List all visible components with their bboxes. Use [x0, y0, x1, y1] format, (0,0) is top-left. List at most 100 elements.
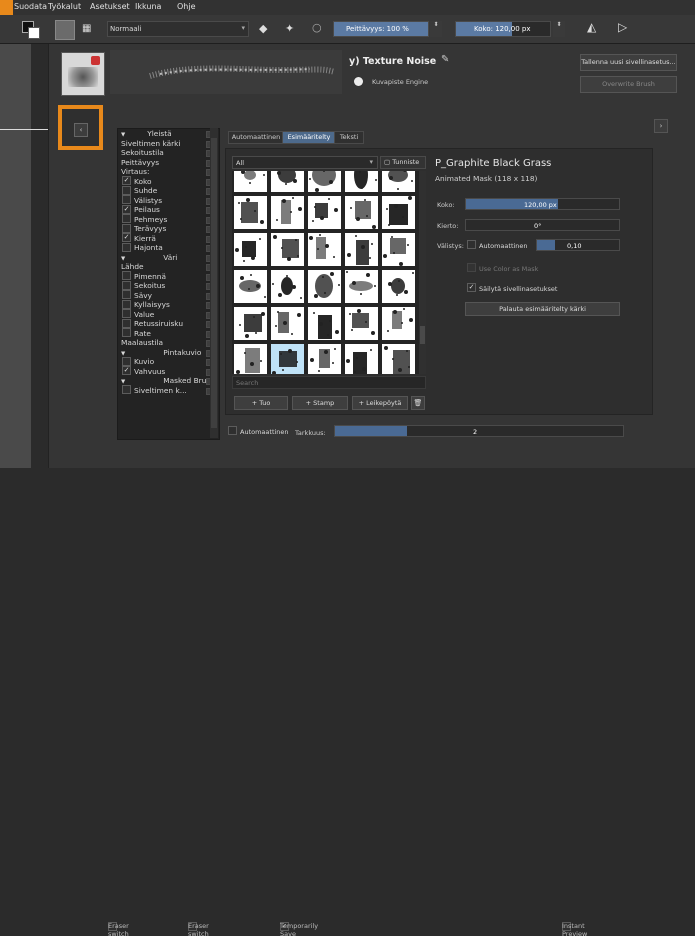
- brush-tip-thumbnail[interactable]: [271, 233, 304, 266]
- brush-tip-thumbnail[interactable]: [345, 307, 378, 340]
- sidebar-item[interactable]: ▼ Yleistä: [118, 129, 219, 139]
- sidebar-item[interactable]: Maalaustila: [118, 338, 219, 348]
- canvas-area[interactable]: [0, 44, 31, 468]
- brush-tip-thumbnail[interactable]: [271, 307, 304, 340]
- import-button[interactable]: + Tuo: [234, 396, 288, 410]
- brush-preset-icon[interactable]: [55, 20, 75, 40]
- tab-predefined[interactable]: Esimääritelty: [282, 131, 336, 144]
- brush-tip-thumbnail[interactable]: [234, 233, 267, 266]
- sidebar-item[interactable]: Peittävyys: [118, 158, 219, 168]
- brush-tip-thumbnail[interactable]: [345, 171, 378, 192]
- brush-tip-thumbnail[interactable]: [308, 233, 341, 266]
- sidebar-item[interactable]: Sävy: [118, 290, 219, 301]
- brush-tip-thumbnail[interactable]: [382, 270, 415, 303]
- checkbox-box[interactable]: [122, 242, 131, 252]
- spacing-auto-checkbox[interactable]: Automaattinen: [467, 240, 528, 250]
- sidebar-item[interactable]: Lähde: [118, 262, 219, 272]
- menu-item-tools[interactable]: Työkalut: [48, 2, 81, 11]
- precision-slider[interactable]: 2: [334, 425, 624, 437]
- sidebar-item[interactable]: ✓ Peilaus: [118, 204, 219, 215]
- checkbox-box[interactable]: [122, 271, 131, 280]
- stamp-button[interactable]: + Stamp: [292, 396, 348, 410]
- sidebar-item[interactable]: Terävyys: [118, 223, 219, 234]
- tip-size-slider[interactable]: 120,00 px: [465, 198, 620, 210]
- brush-tip-thumbnail[interactable]: [308, 307, 341, 340]
- expand-arrow-icon[interactable]: ▼: [121, 132, 125, 138]
- sidebar-item[interactable]: Siveltimen k...: [118, 385, 219, 396]
- checkbox-box[interactable]: [122, 328, 131, 337]
- overwrite-brush-button[interactable]: Overwrite Brush: [580, 76, 677, 93]
- brush-tip-thumbnail[interactable]: [308, 270, 341, 303]
- sidebar-item[interactable]: ✓ Vahvuus: [118, 366, 219, 377]
- checkbox-box[interactable]: [122, 185, 131, 195]
- sidebar-item[interactable]: Siveltimen kärki: [118, 139, 219, 149]
- precision-auto-checkbox[interactable]: Automaattinen: [228, 426, 289, 436]
- checkbox-box[interactable]: [122, 280, 131, 290]
- brush-tip-thumbnail[interactable]: [234, 171, 267, 192]
- menu-item-help[interactable]: Ohje: [177, 2, 196, 11]
- eraser-icon[interactable]: ◆: [259, 22, 267, 35]
- sidebar-item[interactable]: ✓ Kierrä: [118, 233, 219, 244]
- check-icon[interactable]: ✓: [122, 204, 131, 214]
- sidebar-scrollbar[interactable]: [210, 128, 218, 438]
- checkbox-box[interactable]: [122, 214, 131, 223]
- menu-item-window[interactable]: Ikkuna: [135, 2, 161, 11]
- opacity-spin[interactable]: ⬍: [430, 21, 442, 37]
- brush-tip-thumbnail[interactable]: [308, 196, 341, 229]
- brush-tip-thumbnail[interactable]: [271, 196, 304, 229]
- clipboard-button[interactable]: + Leikepöytä: [352, 396, 408, 410]
- sidebar-item[interactable]: Sekoitus: [118, 280, 219, 291]
- brush-tip-thumbnail[interactable]: [308, 171, 341, 192]
- alpha-lock-icon[interactable]: ✦: [285, 22, 294, 35]
- sidebar-item[interactable]: Rate: [118, 328, 219, 339]
- expand-arrow-icon[interactable]: ▼: [121, 256, 125, 262]
- keep-brush-checkbox[interactable]: ✓ Säilytä sivellinasetukset: [467, 283, 557, 293]
- sidebar-item[interactable]: Pehmeys: [118, 214, 219, 225]
- size-spin[interactable]: ⬍: [553, 21, 565, 37]
- chevron-left-icon[interactable]: ‹: [74, 123, 88, 137]
- mirror-vertical-icon[interactable]: ▷: [618, 20, 627, 34]
- reload-icon[interactable]: ○: [312, 21, 322, 34]
- brush-tip-thumbnail[interactable]: [234, 307, 267, 340]
- brush-tip-thumbnail[interactable]: [234, 196, 267, 229]
- tag-filter-select[interactable]: All ▾: [232, 156, 378, 169]
- sidebar-item[interactable]: Kuvio: [118, 356, 219, 367]
- brush-tip-thumbnail[interactable]: [345, 196, 378, 229]
- checkbox-box[interactable]: [122, 309, 131, 318]
- trash-icon[interactable]: 🗑: [411, 396, 425, 410]
- spacing-slider[interactable]: 0,10: [536, 239, 620, 251]
- check-icon[interactable]: ✓: [122, 233, 131, 242]
- check-icon[interactable]: ✓: [122, 366, 131, 375]
- checkbox-box[interactable]: [122, 385, 131, 394]
- sidebar-item[interactable]: Hajonta: [118, 242, 219, 253]
- checkbox-box[interactable]: [122, 223, 131, 233]
- brush-tip-thumbnail[interactable]: [345, 233, 378, 266]
- sidebar-item[interactable]: Pimennä: [118, 271, 219, 282]
- brush-tip-thumbnail[interactable]: [271, 270, 304, 303]
- tab-automatic[interactable]: Automaattinen: [228, 131, 284, 144]
- sidebar-item[interactable]: ▼ Pintakuvio: [118, 348, 219, 358]
- menu-item-settings[interactable]: Asetukset: [90, 2, 130, 11]
- menu-item-filter[interactable]: Suodata: [14, 2, 47, 11]
- opacity-slider[interactable]: Peittävyys: 100 %: [333, 21, 429, 37]
- sidebar-item[interactable]: Virtaus:: [118, 167, 219, 177]
- sidebar-item[interactable]: ✓ Koko: [118, 176, 219, 187]
- sidebar-item[interactable]: Sekoitustila: [118, 148, 219, 158]
- checkbox-box[interactable]: [122, 290, 131, 299]
- sidebar-item[interactable]: Suhde: [118, 185, 219, 196]
- brush-tip-thumbnail[interactable]: [345, 344, 378, 374]
- sidebar-item[interactable]: Kyllaisyys: [118, 299, 219, 310]
- sidebar-item[interactable]: ▼ Väri: [118, 253, 219, 263]
- brush-stroke-preview[interactable]: [110, 50, 342, 94]
- brush-tip-thumbnail[interactable]: [308, 344, 341, 374]
- save-new-preset-button[interactable]: Tallenna uusi sivellinasetus...: [580, 54, 677, 71]
- brush-tip-thumbnail[interactable]: [382, 171, 415, 192]
- grid-scrollbar[interactable]: [419, 171, 426, 374]
- sidebar-item[interactable]: Välistys: [118, 195, 219, 206]
- use-color-mask-checkbox[interactable]: Use Color as Mask: [467, 263, 538, 273]
- checkbox-box[interactable]: [122, 195, 131, 204]
- checkbox-box[interactable]: [122, 299, 131, 309]
- size-slider[interactable]: Koko: 120,00 px: [455, 21, 551, 37]
- sidebar-item[interactable]: ▼ Masked Brush: [118, 376, 219, 386]
- chevron-right-icon[interactable]: ›: [654, 119, 668, 133]
